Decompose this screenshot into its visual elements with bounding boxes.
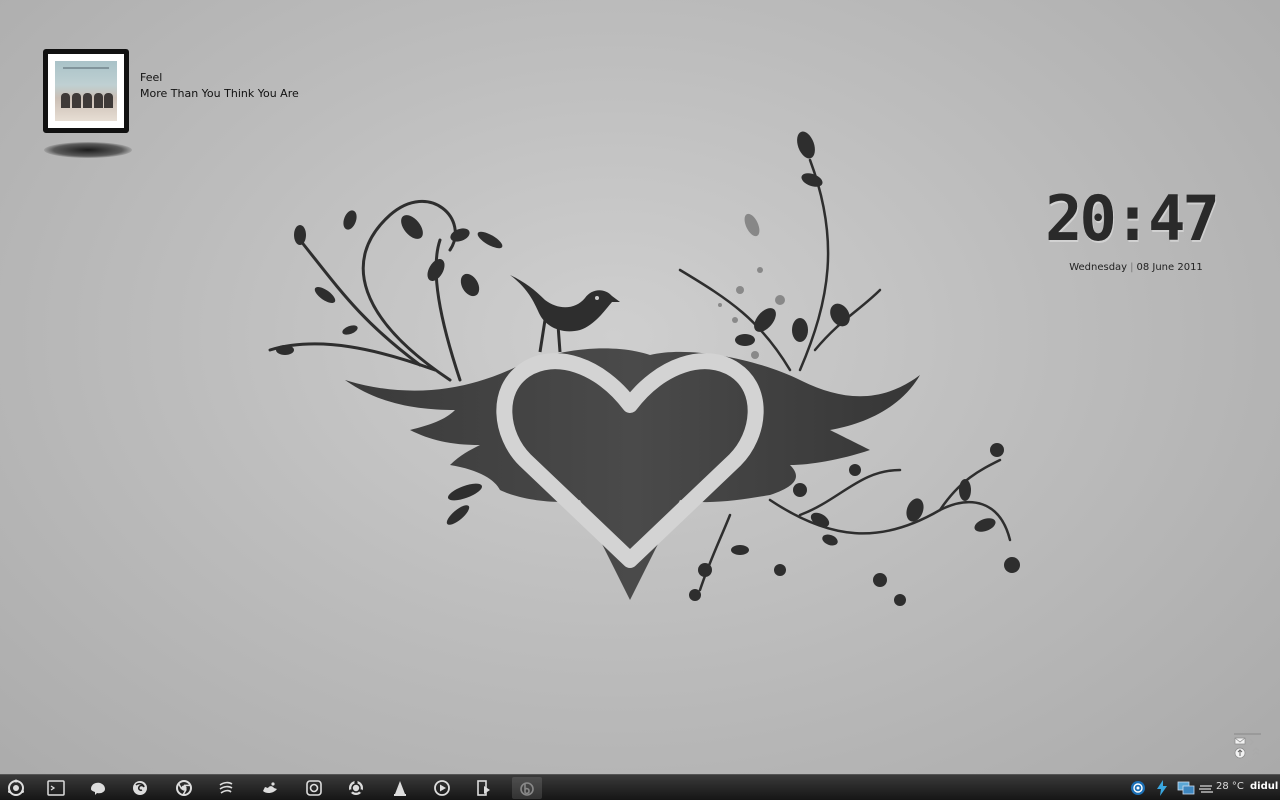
- weather-tray-icon[interactable]: [1196, 777, 1216, 799]
- vlc-icon[interactable]: [388, 777, 412, 799]
- wallpaper-heart-art: [268, 131, 1020, 606]
- album-art-reflection: [44, 142, 132, 158]
- clock-weekday: Wednesday: [1069, 262, 1128, 273]
- pidgin-icon[interactable]: [86, 777, 110, 799]
- notification-indicator-icon[interactable]: [1233, 733, 1263, 763]
- ubuntu-icon[interactable]: [344, 777, 368, 799]
- gimp-icon[interactable]: [258, 777, 282, 799]
- clock-date: Wednesday | 08 June 2011: [1040, 262, 1232, 273]
- terminal-icon[interactable]: [44, 777, 68, 799]
- now-playing-artist: Feel: [140, 71, 163, 84]
- chrome-icon[interactable]: [172, 777, 196, 799]
- menu-icon[interactable]: [4, 777, 28, 799]
- network-tray-icon[interactable]: [1174, 777, 1198, 799]
- power-tray-icon[interactable]: [1150, 777, 1174, 799]
- album-art: [48, 54, 124, 128]
- temperature-label: 28 °C: [1216, 781, 1244, 792]
- media-player-icon[interactable]: [430, 777, 454, 799]
- now-playing-title: More Than You Think You Are: [140, 87, 299, 100]
- swirl-tray-icon[interactable]: [1126, 777, 1150, 799]
- clock-time: 20:47: [1045, 182, 1220, 255]
- screenshot-icon[interactable]: [302, 777, 326, 799]
- firefox-icon[interactable]: [128, 777, 152, 799]
- audio-player-icon[interactable]: [472, 777, 496, 799]
- album-art-frame[interactable]: [43, 49, 129, 133]
- clock-date-value: 08 June 2011: [1136, 262, 1203, 273]
- desktop: Feel More Than You Think You Are 20:47 W…: [0, 0, 1280, 774]
- bittorrent-icon[interactable]: [512, 777, 542, 799]
- screenlets-icon[interactable]: [214, 777, 238, 799]
- taskbar: 28 °C didul: [0, 774, 1280, 800]
- username-label[interactable]: didul: [1250, 781, 1278, 792]
